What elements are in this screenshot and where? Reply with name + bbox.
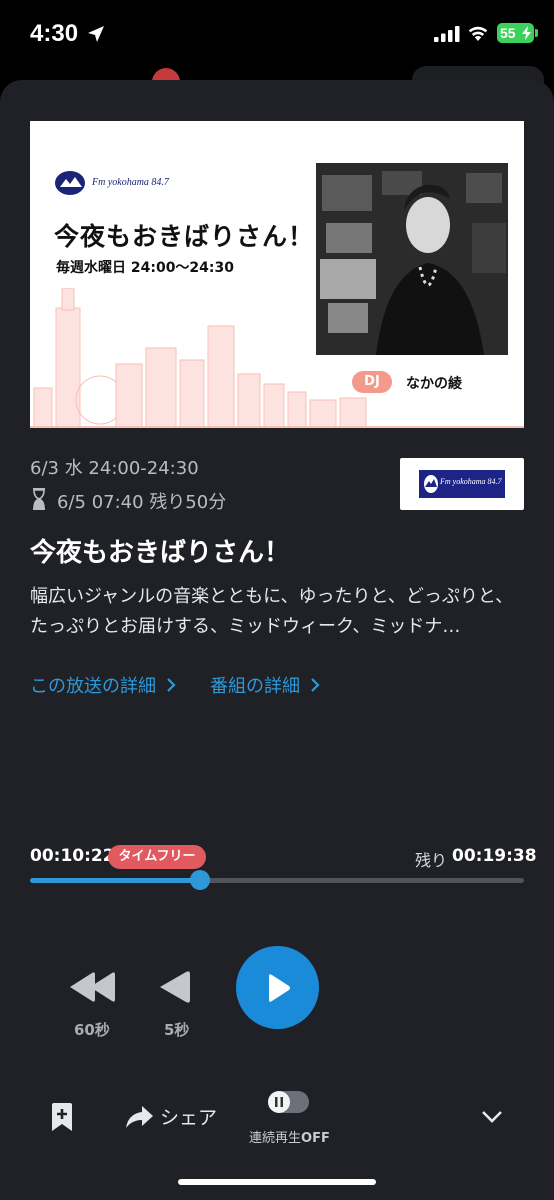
cellular-signal-icon bbox=[434, 26, 460, 42]
dj-tag: DJ bbox=[352, 371, 392, 393]
bookmark-add-icon[interactable] bbox=[50, 1102, 74, 1132]
banner-station-name: Fm yokohama 84.7 bbox=[92, 177, 169, 188]
chevron-right-icon bbox=[167, 678, 176, 692]
banner-schedule: 毎週水曜日 24:00〜24:30 bbox=[56, 260, 235, 276]
station-logo-text: Fm yokohama 84.7 bbox=[440, 477, 502, 486]
broadcast-details-link[interactable]: この放送の詳細 bbox=[30, 672, 176, 698]
rewind-5-button[interactable] bbox=[156, 967, 194, 1007]
status-time: 4:30 bbox=[30, 20, 79, 47]
dj-photo bbox=[316, 163, 508, 355]
rewind-60-button[interactable] bbox=[66, 967, 120, 1007]
autoplay-toggle[interactable] bbox=[268, 1091, 309, 1113]
play-icon bbox=[268, 973, 290, 1002]
banner-title: 今夜もおきばりさん！ bbox=[54, 222, 315, 251]
battery-indicator: 55 bbox=[497, 23, 534, 43]
share-label: シェア bbox=[160, 1107, 218, 1129]
current-time: 00:10:22 bbox=[30, 846, 115, 866]
share-arrow-icon bbox=[126, 1105, 153, 1128]
remaining-time: 00:19:38 bbox=[452, 846, 537, 866]
autoplay-label-prefix: 連続再生 bbox=[249, 1131, 302, 1146]
remaining-label: 残り bbox=[415, 851, 448, 870]
rewind-5-label: 5秒 bbox=[164, 1021, 190, 1039]
program-description: 幅広いジャンルの音楽とともに、ゆったりと、どっぷりと、たっぷりとお届けする、ミッ… bbox=[30, 586, 514, 637]
dj-photo-image bbox=[316, 163, 508, 355]
share-button[interactable]: シェア bbox=[124, 1103, 217, 1130]
remaining-availability: 残り50分 bbox=[149, 492, 227, 513]
battery-nub bbox=[535, 29, 538, 37]
autoplay-toggle-knob bbox=[268, 1091, 290, 1113]
home-indicator bbox=[178, 1179, 376, 1185]
dj-name: なかの綾 bbox=[406, 376, 462, 392]
hourglass-icon bbox=[33, 488, 45, 510]
play-button[interactable] bbox=[236, 946, 319, 1029]
program-banner: Fm yokohama 84.7 今夜もおきばりさん！ 毎週水曜日 24:00〜… bbox=[30, 121, 524, 428]
autoplay-label: 連続再生OFF bbox=[249, 1127, 330, 1146]
station-logo-mark-icon bbox=[424, 475, 438, 493]
pause-icon bbox=[275, 1097, 283, 1107]
program-details-label: 番組の詳細 bbox=[210, 676, 300, 697]
expire-info: 6/5 07:40 残り50分 bbox=[57, 488, 226, 514]
fm-yokohama-logo-icon bbox=[55, 171, 85, 195]
broadcast-datetime: 6/3 水 24:00-24:30 bbox=[30, 458, 199, 479]
wifi-icon bbox=[468, 26, 488, 41]
chevron-right-icon bbox=[311, 678, 320, 692]
seek-bar[interactable] bbox=[30, 870, 524, 890]
broadcast-details-label: この放送の詳細 bbox=[30, 676, 156, 697]
program-details-link[interactable]: 番組の詳細 bbox=[210, 672, 320, 698]
chevron-down-icon[interactable] bbox=[480, 1106, 504, 1128]
location-arrow-icon bbox=[88, 26, 104, 42]
charging-bolt-icon bbox=[522, 26, 531, 40]
timefree-badge: タイムフリー bbox=[108, 845, 206, 869]
autoplay-label-state: OFF bbox=[301, 1131, 330, 1146]
station-logo[interactable]: Fm yokohama 84.7 bbox=[400, 458, 524, 510]
status-bar: 4:30 55 bbox=[0, 0, 554, 68]
seek-bar-fill bbox=[30, 878, 201, 883]
program-title: 今夜もおきばりさん！ bbox=[30, 538, 291, 568]
battery-level: 55 bbox=[500, 25, 516, 41]
expire-datetime: 6/5 07:40 bbox=[57, 492, 144, 513]
rewind-60-label: 60秒 bbox=[74, 1021, 110, 1039]
